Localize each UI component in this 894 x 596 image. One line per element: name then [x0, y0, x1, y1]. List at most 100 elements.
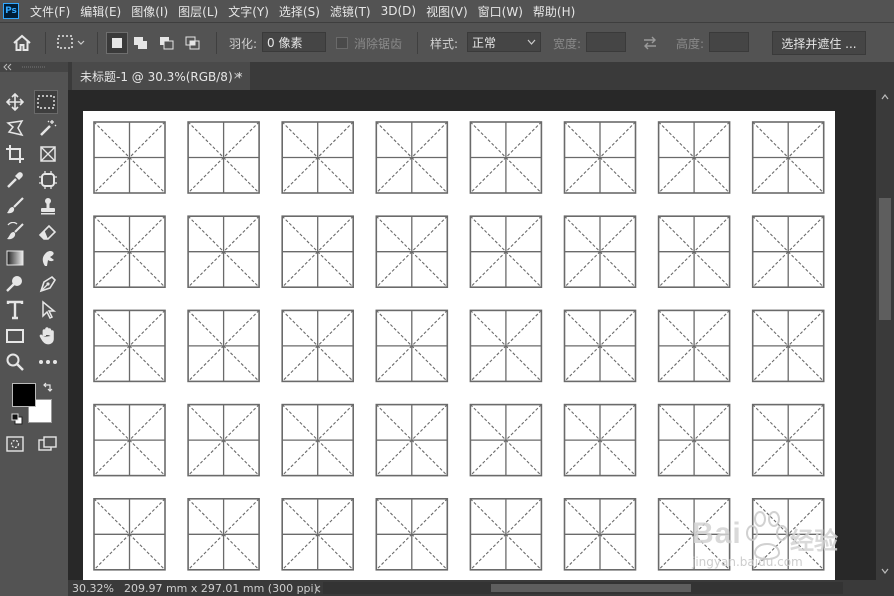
grid-cell: [469, 497, 543, 571]
horizontal-scroll-thumb[interactable]: [491, 584, 691, 592]
rectangle-icon: [6, 329, 24, 343]
menu-edit[interactable]: 编辑(E): [75, 3, 126, 20]
marquee-tool[interactable]: [34, 90, 58, 114]
scroll-down-icon[interactable]: [881, 568, 889, 574]
rectangle-tool[interactable]: [3, 324, 27, 348]
brush-tool[interactable]: [3, 194, 27, 218]
smudge-tool[interactable]: [36, 246, 60, 270]
chevron-down-icon: [527, 39, 536, 45]
menu-type[interactable]: 文字(Y): [223, 3, 274, 20]
move-icon: [6, 93, 24, 111]
frame-icon: [40, 146, 56, 162]
zoom-level[interactable]: 30.32%: [72, 582, 114, 595]
grid-cell: [375, 215, 449, 288]
lasso-tool[interactable]: [3, 116, 27, 140]
dodge-tool[interactable]: [3, 272, 27, 296]
new-selection-button[interactable]: [106, 32, 128, 54]
hand-tool[interactable]: [36, 324, 60, 348]
marquee-preset-picker[interactable]: [56, 23, 86, 63]
eyedropper-tool[interactable]: [3, 168, 27, 192]
pen-tool[interactable]: [36, 272, 60, 296]
grid-cell: [751, 309, 825, 383]
grid-cell: [187, 121, 260, 194]
menu-image[interactable]: 图像(I): [126, 3, 173, 20]
menu-window[interactable]: 窗口(W): [473, 3, 528, 20]
default-colors-icon[interactable]: [11, 413, 23, 425]
grid-cell: [657, 403, 731, 477]
horizontal-scrollbar[interactable]: [315, 582, 843, 594]
style-select[interactable]: 正常: [467, 32, 541, 52]
foreground-color-swatch[interactable]: [12, 383, 36, 407]
frame-tool[interactable]: [36, 142, 60, 166]
move-tool[interactable]: [3, 90, 27, 114]
type-tool[interactable]: [3, 298, 27, 322]
status-bar: 30.32% 209.97 mm x 297.01 mm (300 ppi) >: [68, 580, 894, 596]
feather-input[interactable]: 0 像素: [262, 32, 326, 52]
zoom-tool[interactable]: [3, 350, 27, 374]
smudge-icon: [42, 250, 54, 266]
grid-cell: [469, 309, 543, 383]
grid-cell: [281, 309, 354, 383]
home-button[interactable]: [12, 23, 32, 63]
quick-mask-icon: [6, 436, 24, 452]
patch-tool[interactable]: [36, 168, 60, 192]
document-canvas[interactable]: [83, 111, 835, 580]
grid-cell: [375, 309, 449, 383]
crop-tool[interactable]: [3, 142, 27, 166]
grid-cell: [375, 403, 449, 477]
more-tools-button[interactable]: [36, 350, 60, 374]
grid-cell: [187, 497, 260, 571]
grid-cell: [469, 215, 543, 288]
photoshop-logo: Ps: [3, 3, 19, 19]
grid-cell: [751, 215, 825, 288]
path-selection-tool[interactable]: [36, 298, 60, 322]
checkbox-box: [336, 37, 348, 49]
scroll-up-icon[interactable]: [881, 94, 889, 100]
menu-filter[interactable]: 滤镜(T): [325, 3, 376, 20]
grid-cell: [187, 309, 260, 383]
grip-icon: [22, 66, 46, 68]
panel-collapse-strip[interactable]: [0, 62, 68, 72]
swap-colors-icon[interactable]: [42, 381, 54, 393]
subtract-selection-button[interactable]: [154, 32, 180, 54]
grid-cell: [375, 497, 449, 571]
history-brush-tool[interactable]: [3, 220, 27, 244]
menu-layer[interactable]: 图层(L): [173, 3, 223, 20]
grid-cell: [93, 403, 166, 477]
clone-stamp-tool[interactable]: [36, 194, 60, 218]
menu-select[interactable]: 选择(S): [274, 3, 325, 20]
canvas-area[interactable]: [68, 90, 876, 580]
document-tab-bar: 未标题-1 @ 30.3%(RGB/8) * ×: [68, 62, 894, 90]
eraser-tool[interactable]: [36, 220, 60, 244]
add-selection-button[interactable]: [128, 32, 154, 54]
close-tab-icon[interactable]: ×: [233, 69, 242, 82]
menu-help[interactable]: 帮助(H): [528, 3, 580, 20]
eyedropper-icon: [7, 172, 23, 188]
options-bar: 羽化: 0 像素 消除锯齿 样式: 正常 宽度: 高度: 选择并遮住 ...: [0, 22, 894, 62]
document-tab[interactable]: 未标题-1 @ 30.3%(RGB/8) * ×: [72, 62, 250, 90]
menu-file[interactable]: 文件(F): [25, 3, 75, 20]
screen-mode-button[interactable]: [36, 432, 60, 456]
grid-cell: [281, 497, 354, 571]
gradient-tool[interactable]: [3, 246, 27, 270]
antialias-checkbox[interactable]: 消除锯齿: [336, 23, 402, 63]
vertical-scroll-thumb[interactable]: [879, 198, 891, 320]
hand-icon: [39, 327, 54, 345]
swap-dimensions-button[interactable]: [641, 23, 659, 63]
width-input[interactable]: [586, 32, 626, 52]
vertical-scrollbar[interactable]: [876, 90, 894, 580]
menu-3d[interactable]: 3D(D): [376, 4, 421, 18]
grid-cell: [563, 215, 637, 288]
magic-wand-tool[interactable]: [36, 116, 60, 140]
grid-cell: [469, 121, 543, 194]
scroll-left-icon[interactable]: [315, 585, 321, 593]
quick-mask-button[interactable]: [3, 432, 27, 456]
intersect-selection-button[interactable]: [180, 32, 206, 54]
separator: [97, 32, 98, 54]
separator: [417, 32, 418, 54]
dodge-icon: [6, 276, 22, 292]
height-input[interactable]: [709, 32, 749, 52]
new-selection-icon: [112, 38, 122, 48]
menu-view[interactable]: 视图(V): [421, 3, 473, 20]
select-and-mask-button[interactable]: 选择并遮住 ...: [772, 31, 866, 55]
